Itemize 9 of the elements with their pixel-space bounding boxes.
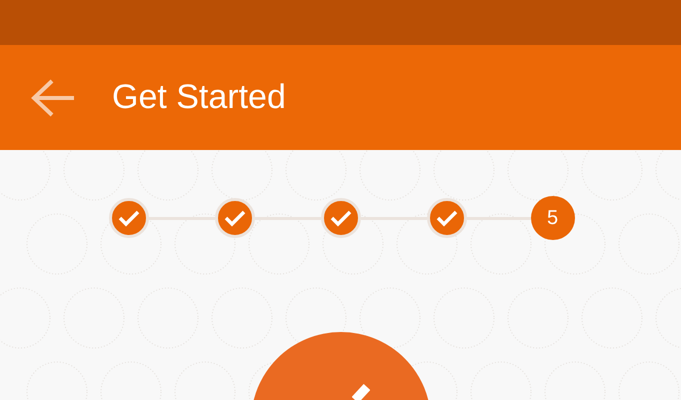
current-step: 5 (530, 196, 574, 240)
check-icon (224, 209, 246, 227)
check-icon (436, 209, 458, 227)
check-icon (352, 384, 370, 400)
back-button[interactable] (30, 78, 76, 118)
check-icon (330, 209, 352, 227)
check-icon (118, 209, 140, 227)
back-arrow-icon (30, 78, 76, 118)
app-bar-title: Get Started (112, 78, 286, 117)
